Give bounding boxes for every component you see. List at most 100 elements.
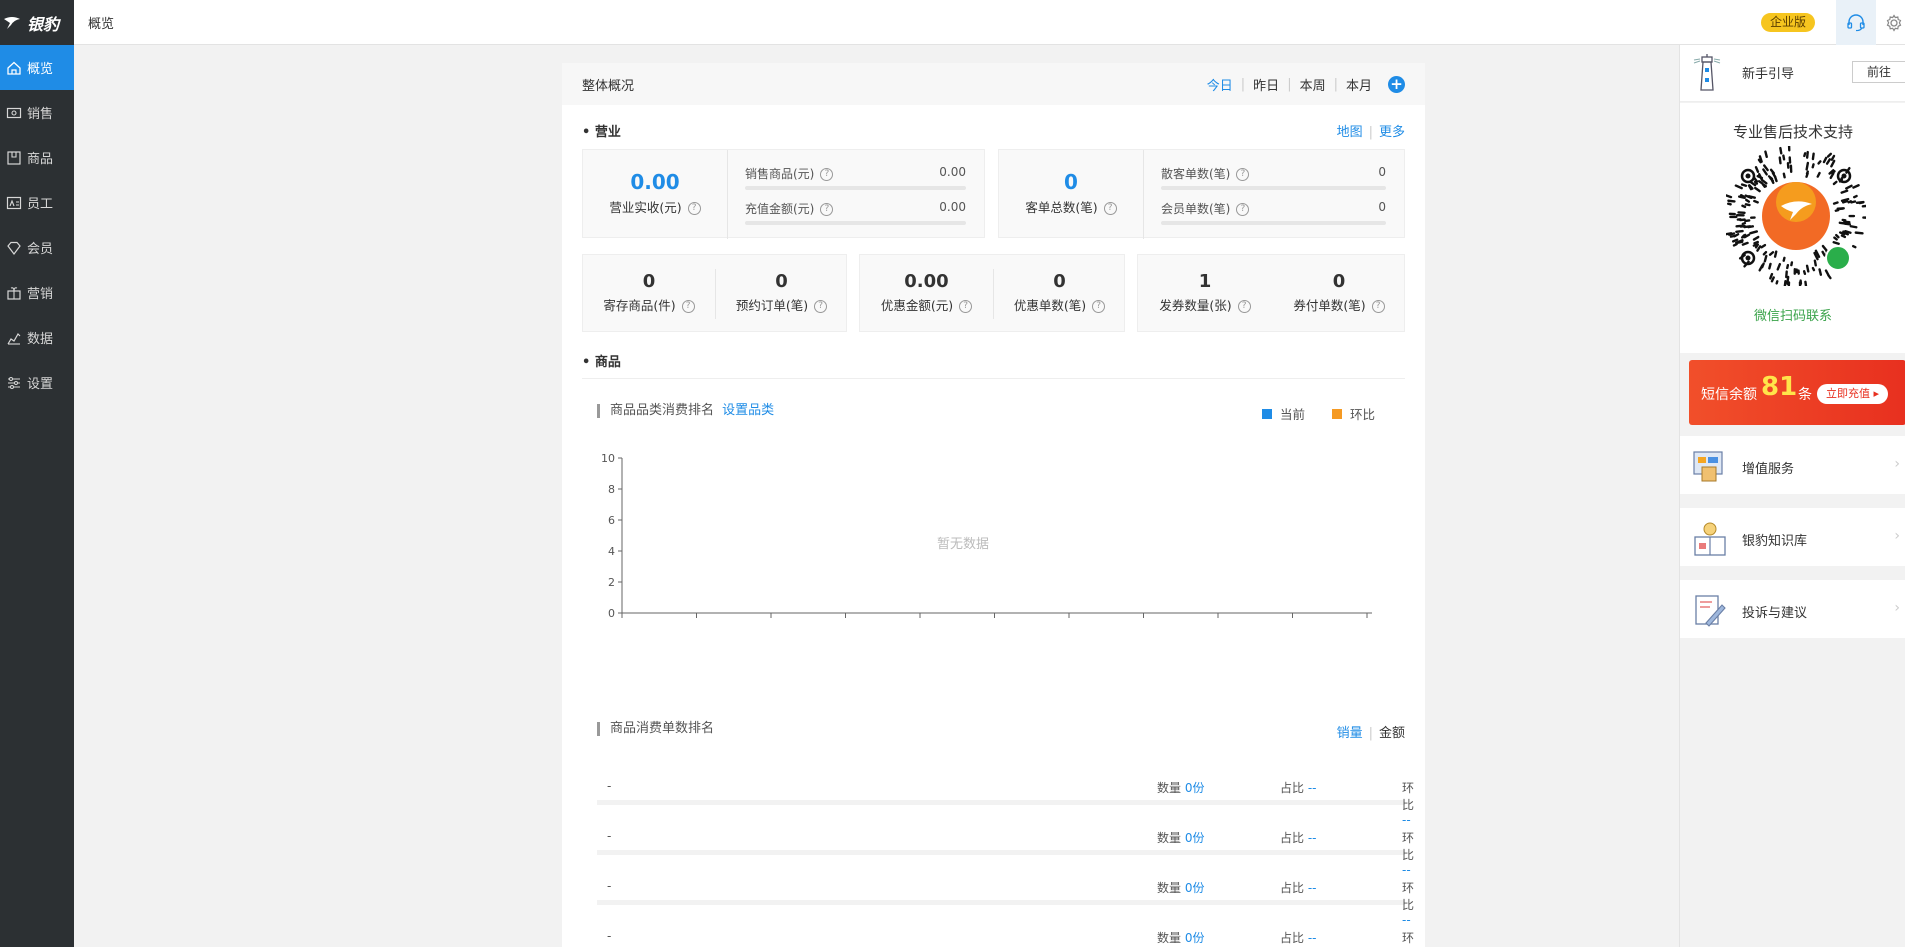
tab-amount[interactable]: 金额 [1379,726,1405,741]
lighthouse-icon [1693,54,1721,91]
topbar: 概览 企业版 [74,0,1905,45]
service-label: 银豹知识库 [1742,534,1808,549]
sales-goods-label: 销售商品(元) [745,167,815,181]
stat-label: 券付单数(笔) [1293,298,1366,313]
overview-title: 整体概况 [582,78,635,94]
recharge-button[interactable]: 立即充值 ▸ [1817,384,1888,404]
sidebar-item-7[interactable]: 设置 [0,360,74,405]
cmp-label: 环比 [1402,881,1415,912]
legend-current-swatch [1262,408,1272,419]
value-added-service-item[interactable]: 增值服务 › [1680,436,1905,494]
rank-row: -数量 0份占比 --环比 -- [597,815,1414,877]
help-icon[interactable]: ? [687,202,701,215]
member-orders-label: 会员单数(笔) [1161,202,1231,216]
qty-label: 数量 [1157,931,1182,945]
walkin-orders-row: 散客单数(笔)? 0 [1161,165,1386,182]
pct-value: -- [1307,781,1317,795]
wechat-contact-text: 微信扫码联系 [1753,309,1832,324]
tab-today[interactable]: 今日 [1207,75,1233,94]
service-label: 投诉与建议 [1742,606,1808,621]
tab-volume[interactable]: 销量 [1337,726,1363,741]
wechat-qr-code [1726,146,1866,286]
walkin-orders-value: 0 [1378,165,1386,179]
qty-value: 0份 [1184,881,1205,895]
cmp-label: 环比 [1402,931,1415,945]
stat-value: 0.00 [904,271,949,292]
recharge-value: 0.00 [939,200,966,214]
brand-logo[interactable]: 银豹 [0,0,74,45]
pct-value: -- [1307,931,1317,945]
plus-icon[interactable]: + [1388,75,1405,93]
id-card-icon [6,195,22,211]
actual-income-value: 0.00 [630,170,680,194]
page-title: 概览 [88,17,115,32]
help-icon[interactable]: ? [1236,168,1250,181]
sidebar-item-label: 销售 [27,107,54,122]
help-icon[interactable]: ? [1103,202,1117,215]
service-label: 增值服务 [1742,462,1795,477]
pct-label: 占比 [1280,931,1305,945]
sales-goods-value: 0.00 [939,165,966,179]
legend-current: 当前 [1262,404,1305,423]
sidebar-item-2[interactable]: 商品 [0,135,74,180]
qty-value: 0份 [1184,831,1205,845]
brand-name: 银豹 [27,14,60,34]
stat-label: 寄存商品(件) [603,298,676,313]
sidebar-item-1[interactable]: 销售 [0,90,74,135]
pen-icon [1695,595,1726,627]
set-category-link[interactable]: 设置品类 [722,403,774,418]
support-title: 专业售后技术支持 [1732,123,1853,141]
tab-this-month[interactable]: 本月 [1346,75,1372,94]
tab-this-week[interactable]: 本周 [1300,75,1326,94]
rank-item-name: - [607,829,612,843]
help-icon[interactable]: ? [1371,300,1385,313]
more-link[interactable]: 更多 [1379,125,1405,140]
sidebar-item-6[interactable]: 数据 [0,315,74,360]
help-icon[interactable]: ? [959,300,973,313]
settings-button[interactable] [1882,0,1905,45]
gear-icon [1886,13,1901,32]
pct-label: 占比 [1280,831,1305,845]
range-tabs: 今日 | 昨日 | 本周 | 本月 + [1207,75,1405,94]
qty-label: 数量 [1157,831,1182,845]
y-tick-label: 2 [608,576,615,589]
sms-suffix: 条 [1798,387,1812,403]
guide-go-button[interactable]: 前往 [1852,61,1905,83]
stat-value: 1 [1198,271,1212,292]
knowledge-base-item[interactable]: 银豹知识库 › [1680,508,1905,566]
sidebar-item-label: 会员 [27,242,54,257]
sms-balance-banner[interactable]: 短信余额 81 条 立即充值 ▸ [1689,360,1905,425]
sidebar-item-0[interactable]: 概览 [0,45,74,90]
tab-yesterday[interactable]: 昨日 [1253,75,1279,94]
sidebar-item-label: 概览 [27,62,54,77]
help-icon[interactable]: ? [1237,300,1251,313]
orders-card: 0 客单总数(笔)? 散客单数(笔)? 0 会员单数(笔)? 0 [998,149,1405,239]
help-icon[interactable]: ? [820,168,834,181]
actual-income-label: 营业实收(元) [609,200,682,215]
stat-value: 0 [775,271,788,292]
sidebar-item-3[interactable]: 员工 [0,180,74,225]
map-link[interactable]: 地图 [1337,125,1363,140]
stat-value: 0 [1053,271,1066,292]
recharge-row: 充值金额(元)? 0.00 [745,200,966,217]
sidebar-item-5[interactable]: 营销 [0,270,74,315]
help-icon[interactable]: ? [1092,300,1106,313]
cmp-label: 环比 [1402,781,1415,812]
rank-item-name: - [607,929,612,943]
help-icon[interactable]: ? [814,300,828,313]
support-button[interactable] [1836,0,1876,45]
total-orders-label: 客单总数(笔) [1025,200,1098,215]
gift-icon [6,285,22,301]
rank-row: -数量 0份占比 --环比 -- [597,915,1414,947]
pct-label: 占比 [1280,881,1305,895]
sidebar-item-4[interactable]: 会员 [0,225,74,270]
rank-row: -数量 0份占比 --环比 -- [597,865,1414,927]
home-icon [6,60,22,76]
guide-label: 新手引导 [1742,67,1795,82]
help-icon[interactable]: ? [820,203,834,216]
feedback-item[interactable]: 投诉与建议 › [1680,580,1905,638]
stat-value: 0 [642,271,656,292]
help-icon[interactable]: ? [1236,203,1250,216]
sidebar-item-label: 员工 [27,197,54,212]
help-icon[interactable]: ? [681,300,695,313]
